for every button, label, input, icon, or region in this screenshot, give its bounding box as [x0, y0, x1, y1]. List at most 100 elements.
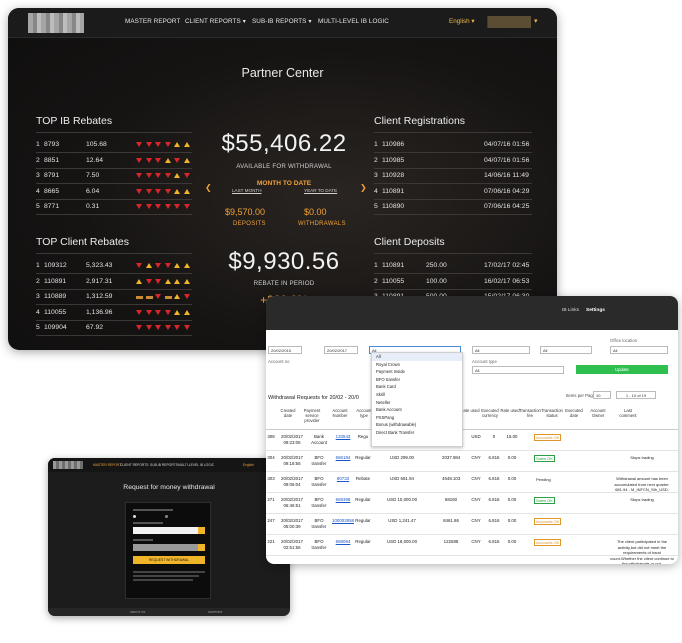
nav-sub-ib-reports-label: SUB-IB REPORTS	[252, 18, 307, 25]
account-number[interactable]: 668084	[332, 539, 354, 545]
amount: USD 18,000.00	[386, 539, 418, 544]
column-header[interactable]: Account Owner	[586, 408, 610, 418]
footer-support-link[interactable]: SUPPORT	[208, 610, 222, 614]
rebate-value: 105.68	[86, 141, 107, 148]
column-header[interactable]: Transaction status	[540, 408, 564, 418]
trend-down-icon	[155, 204, 161, 209]
registration-date: 07/06/16 04:25	[484, 203, 530, 210]
period-tab-year-to-date[interactable]: YEAR TO DATE	[304, 188, 337, 193]
trend-down-icon	[164, 142, 171, 147]
nav-multi-level-logic[interactable]: MULTI-LEVEL IB LOGIC	[178, 463, 214, 467]
nav-ib-links[interactable]: IB Links	[562, 308, 579, 313]
pagination[interactable]: 1 - 10 of 19	[616, 391, 656, 399]
nav-settings[interactable]: Settings	[586, 308, 605, 313]
account-type: Regular	[355, 539, 371, 544]
table-row[interactable]: 308 20/02/2017 09:23:06 Bank Account 133543…	[266, 430, 678, 451]
nav-master-report[interactable]: MASTER REPORT	[93, 463, 121, 467]
account-id: 110055	[382, 277, 405, 285]
dropdown-option[interactable]: Bank Card	[372, 383, 462, 391]
amount-input[interactable]	[133, 544, 205, 551]
trend-down-icon	[164, 309, 171, 315]
currency-select[interactable]: All	[472, 346, 530, 354]
executed-currency: CNY	[471, 497, 481, 502]
dropdown-option[interactable]: BFO transfer	[372, 376, 462, 384]
dropdown-option[interactable]: Bank Account	[372, 406, 462, 414]
nav-multi-level-logic[interactable]: MULTI-LEVEL IB LOGIC	[318, 18, 389, 25]
trend-down-icon	[155, 173, 161, 178]
column-header[interactable]: Payment service provider	[300, 408, 324, 423]
chevron-right-icon[interactable]: ❯	[360, 183, 367, 192]
dropdown-option[interactable]: Neteller	[372, 399, 462, 407]
date-from-input[interactable]: 20/02/2015	[268, 346, 302, 354]
account-type-label: Account type	[472, 359, 497, 364]
trend-down-icon	[136, 142, 142, 147]
table-row[interactable]: 221 20/02/2017 02:51:56 BFO transfer 668084…	[266, 535, 678, 564]
status-select[interactable]: All	[540, 346, 592, 354]
account-number[interactable]: 668398	[332, 497, 354, 503]
account-id: 110928	[382, 172, 405, 179]
period-tab-month-to-date[interactable]: MONTH TO DATE	[213, 180, 355, 187]
rebate-value: 67.92	[86, 324, 104, 331]
account-number[interactable]: 133543	[332, 434, 354, 440]
rank: 3	[36, 172, 40, 179]
table-row[interactable]: 271 20/02/2017 06:46:51 BFO transfer 668398…	[266, 493, 678, 514]
footer-about-link[interactable]: ABOUT US	[130, 610, 145, 614]
request-withdrawal-button[interactable]: REQUEST WITHDRAWAL	[133, 556, 205, 564]
withdrawal-form: REQUEST WITHDRAWAL	[125, 502, 211, 599]
dropdown-option[interactable]: Skrill	[372, 391, 462, 399]
nav-client-reports[interactable]: CLIENT REPORTS ▾	[185, 18, 246, 25]
update-button[interactable]: Update	[576, 365, 668, 374]
user-account-menu[interactable]	[487, 16, 531, 28]
rate-used: 6.816	[488, 497, 500, 502]
dropdown-option[interactable]: Bonus (withdrawable)	[372, 421, 462, 429]
dropdown-option[interactable]: Royal Crown	[372, 361, 462, 369]
payment-provider: BFO transfer	[311, 518, 327, 529]
account-number[interactable]: 100002858	[332, 518, 354, 524]
chevron-down-icon[interactable]: ▾	[534, 17, 538, 25]
language-selector[interactable]: English	[243, 463, 254, 467]
column-header[interactable]: Last comment	[616, 408, 640, 418]
table-row[interactable]: 247 20/02/2017 05:00:39 BFO transfer 100002…	[266, 514, 678, 535]
rebate-label: REBATE IN PERIOD	[253, 280, 315, 287]
column-header[interactable]: Transaction fee	[518, 408, 542, 418]
dropdown-option[interactable]: All	[372, 353, 462, 361]
language-selector[interactable]: English ▾	[449, 18, 475, 25]
nav-master-report[interactable]: MASTER REPORT	[125, 18, 180, 25]
column-header[interactable]: Executed date	[562, 408, 586, 418]
brand-logo[interactable]	[53, 461, 83, 469]
rate-used: 6.816	[488, 476, 500, 481]
table-row[interactable]: 303 20/02/2017 09:06:04 BFO transfer 80733 R…	[266, 472, 678, 493]
column-header[interactable]: Created date	[276, 408, 300, 418]
payment-provider-dropdown[interactable]: All Royal Crown Payment Inside BFO transfer…	[371, 352, 463, 447]
row-id: 271	[267, 497, 275, 502]
dropdown-option[interactable]: PSSPang	[372, 414, 462, 422]
office-location-select[interactable]: All	[610, 346, 668, 354]
nav-sub-ib-reports[interactable]: SUB-IB REPORTS ▾	[252, 18, 312, 25]
period-tab-last-month[interactable]: LAST MONTH	[232, 188, 262, 193]
top-navigation-bar	[266, 296, 678, 330]
row-id: 304	[267, 455, 275, 460]
created-date: 20/02/2017 05:00:39	[281, 518, 303, 529]
account-type-select[interactable]: All	[472, 366, 564, 374]
dropdown-option[interactable]: Direct Bank Transfer	[372, 429, 462, 437]
divider	[36, 132, 192, 133]
table-row[interactable]: 304 20/02/2017 09:18:56 BFO transfer 666184…	[266, 451, 678, 472]
account-number[interactable]: 80733	[332, 476, 354, 482]
date-to-input[interactable]: 20/02/2017	[324, 346, 358, 354]
amount: USD 299.00	[390, 455, 414, 460]
chevron-left-icon[interactable]: ❮	[205, 183, 212, 192]
items-per-page-select[interactable]: 10	[593, 391, 611, 399]
column-header[interactable]: Account Number	[328, 408, 352, 418]
nav-sub-ib-reports[interactable]: SUB-IB REPORTS	[150, 463, 178, 467]
trend-down-icon	[155, 263, 161, 268]
nav-client-reports[interactable]: CLIENT REPORTS	[120, 463, 148, 467]
dropdown-option[interactable]: Payment Inside	[372, 368, 462, 376]
divider	[374, 214, 532, 215]
chevron-down-icon[interactable]	[198, 527, 205, 534]
trend-down-icon	[145, 278, 152, 284]
payment-method-select[interactable]	[133, 527, 205, 534]
radio-option[interactable]	[165, 515, 168, 518]
radio-option[interactable]	[133, 515, 136, 518]
account-number[interactable]: 666184	[332, 455, 354, 461]
brand-logo[interactable]	[28, 13, 84, 33]
